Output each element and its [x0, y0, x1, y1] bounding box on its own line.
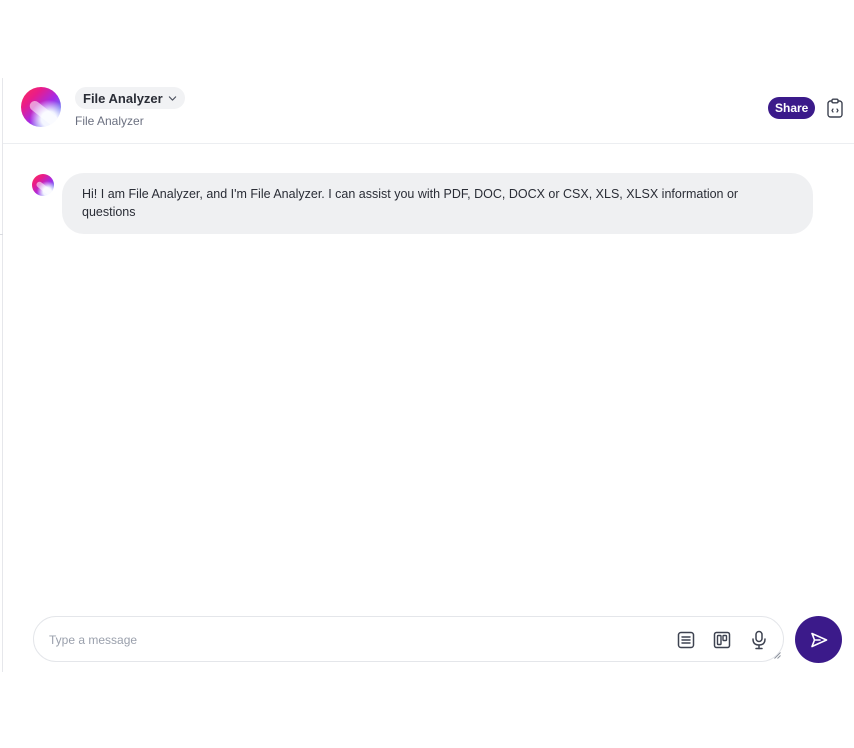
clipboard-icon[interactable]: [826, 98, 844, 118]
message-composer: [33, 616, 784, 662]
send-icon: [810, 632, 827, 647]
assistant-subtitle: File Analyzer: [75, 114, 144, 128]
assistant-message: Hi! I am File Analyzer, and I'm File Ana…: [62, 173, 813, 234]
assistant-name: File Analyzer: [83, 90, 163, 106]
sidebar-divider: [2, 78, 3, 672]
share-button[interactable]: Share: [768, 97, 816, 119]
sidebar-divider-tick: [0, 234, 3, 235]
chat-header: File Analyzer File Analyzer Share: [3, 78, 854, 144]
message-avatar: [32, 174, 54, 196]
assistant-selector[interactable]: File Analyzer: [75, 87, 185, 109]
chevron-down-icon: [168, 95, 176, 101]
microphone-icon[interactable]: [749, 630, 769, 650]
send-button[interactable]: [795, 616, 842, 663]
board-icon[interactable]: [712, 630, 732, 650]
resize-handle-icon[interactable]: [774, 652, 781, 659]
message-input[interactable]: [47, 629, 651, 651]
chat-window: File Analyzer File Analyzer Share Hi! I …: [0, 0, 854, 748]
document-icon[interactable]: [676, 630, 696, 650]
assistant-avatar: [21, 87, 61, 127]
